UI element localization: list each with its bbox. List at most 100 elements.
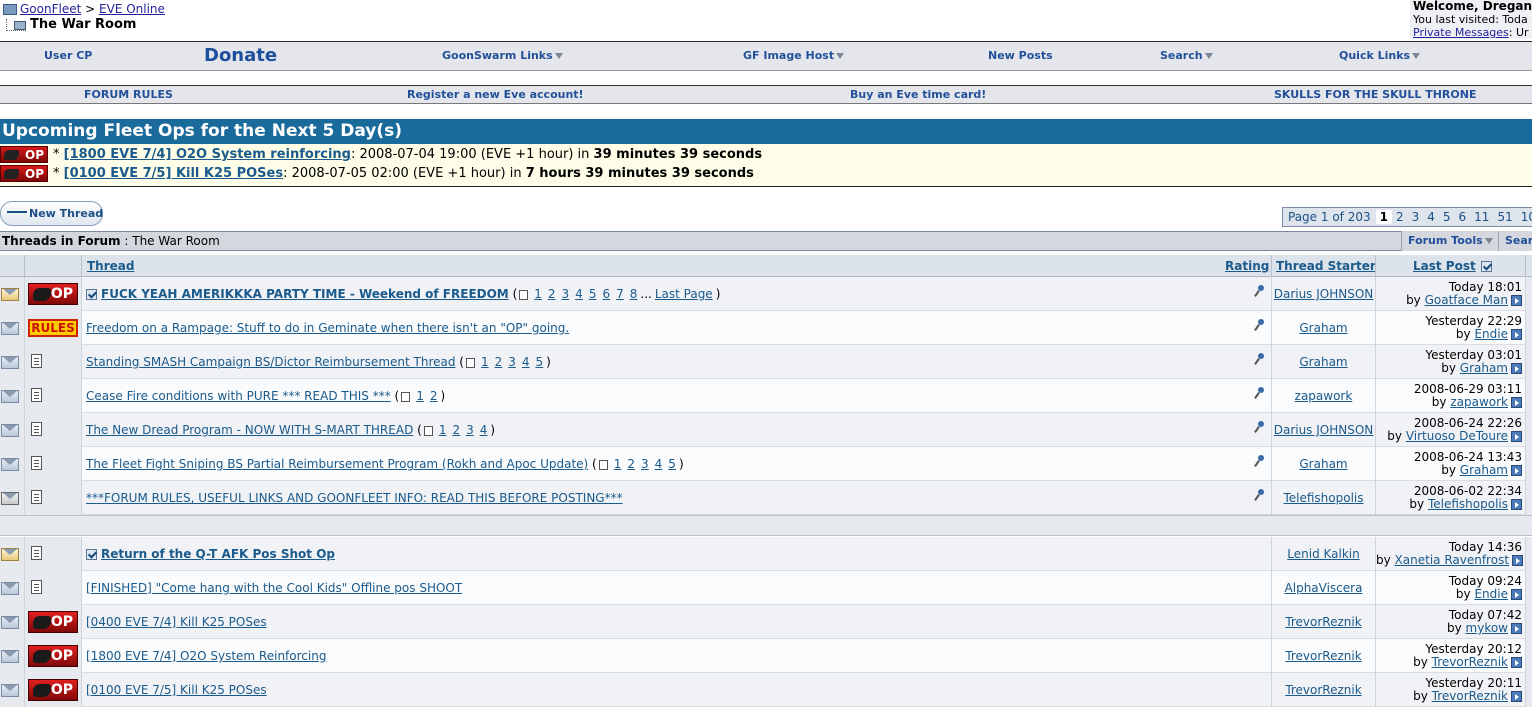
sort-by-starter[interactable]: Thread Starter <box>1276 255 1376 277</box>
thread-page-link[interactable]: 7 <box>616 287 624 301</box>
thread-starter-link[interactable]: Darius JOHNSON <box>1274 423 1374 437</box>
go-to-last-post-icon[interactable] <box>1511 657 1522 668</box>
thread-starter-link[interactable]: Graham <box>1299 457 1347 471</box>
thread-page-link[interactable]: 5 <box>668 457 676 471</box>
breadcrumb-root-link[interactable]: GoonFleet <box>20 2 81 16</box>
go-to-last-post-icon[interactable] <box>1511 499 1522 510</box>
thread-starter-link[interactable]: Darius JOHNSON <box>1274 287 1374 301</box>
sort-by-rating[interactable]: Rating <box>1225 255 1269 277</box>
thread-page-link[interactable]: 2 <box>430 389 438 403</box>
forum-rules-link[interactable]: FORUM RULES <box>84 86 173 104</box>
page-link[interactable]: 6 <box>1455 210 1471 224</box>
thread-title-link[interactable]: ***FORUM RULES, USEFUL LINKS AND GOONFLE… <box>86 491 623 505</box>
thread-page-link[interactable]: 5 <box>589 287 597 301</box>
thread-page-link[interactable]: 2 <box>495 355 503 369</box>
thread-page-link[interactable]: 1 <box>439 423 447 437</box>
thread-page-link[interactable]: 2 <box>548 287 556 301</box>
thread-page-link[interactable]: 3 <box>508 355 516 369</box>
page-link[interactable]: 10 <box>1517 210 1532 224</box>
search-forum-menu[interactable]: Searc <box>1498 231 1532 251</box>
thread-page-link[interactable]: 1 <box>534 287 542 301</box>
last-poster-link[interactable]: Telefishopolis <box>1428 497 1508 511</box>
thread-title-link[interactable]: FUCK YEAH AMERIKKKA PARTY TIME - Weekend… <box>101 287 509 301</box>
thread-title-link[interactable]: The New Dread Program - NOW WITH S-MART … <box>86 423 413 437</box>
thread-page-link[interactable]: 1 <box>481 355 489 369</box>
last-poster-link[interactable]: Virtuoso DeToure <box>1406 429 1508 443</box>
go-to-last-post-icon[interactable] <box>1511 363 1522 374</box>
go-to-last-post-icon[interactable] <box>1511 623 1522 634</box>
thread-page-link[interactable]: 1 <box>416 389 424 403</box>
sort-by-last-post[interactable]: Last Post <box>1413 255 1496 277</box>
thread-title-link[interactable]: Cease Fire conditions with PURE *** READ… <box>86 389 391 403</box>
last-poster-link[interactable]: Endie <box>1474 327 1508 341</box>
nav-user-cp[interactable]: User CP <box>44 42 92 70</box>
go-to-last-post-icon[interactable] <box>1511 329 1522 340</box>
go-to-last-post-icon[interactable] <box>1511 589 1522 600</box>
last-poster-link[interactable]: TrevorReznik <box>1432 655 1508 669</box>
register-account-link[interactable]: Register a new Eve account! <box>407 86 584 104</box>
thread-page-link[interactable]: 2 <box>452 423 460 437</box>
last-poster-link[interactable]: Goatface Man <box>1425 293 1508 307</box>
go-to-last-post-icon[interactable] <box>1511 295 1522 306</box>
nav-donate[interactable]: Donate <box>204 42 277 70</box>
go-to-last-post-icon[interactable] <box>1511 397 1522 408</box>
page-link[interactable]: 11 <box>1470 210 1493 224</box>
thread-starter-link[interactable]: TrevorReznik <box>1285 615 1361 629</box>
last-poster-link[interactable]: Graham <box>1460 361 1508 375</box>
thread-page-link[interactable]: 4 <box>480 423 488 437</box>
thread-starter-link[interactable]: AlphaViscera <box>1285 581 1363 595</box>
skulls-link[interactable]: SKULLS FOR THE SKULL THRONE <box>1274 86 1476 104</box>
thread-page-link[interactable]: 3 <box>562 287 570 301</box>
thread-page-link[interactable]: 4 <box>655 457 663 471</box>
thread-page-link[interactable]: 1 <box>614 457 622 471</box>
thread-starter-link[interactable]: TrevorReznik <box>1285 649 1361 663</box>
thread-title-link[interactable]: [1800 EVE 7/4] O2O System Reinforcing <box>86 649 326 663</box>
nav-goonswarm-links[interactable]: GoonSwarm Links <box>442 42 563 70</box>
thread-starter-link[interactable]: Lenid Kalkin <box>1287 547 1359 561</box>
thread-page-link[interactable]: 4 <box>522 355 530 369</box>
nav-image-host[interactable]: GF Image Host <box>743 42 845 70</box>
thread-title-link[interactable]: [FINISHED] "Come hang with the Cool Kids… <box>86 581 462 595</box>
fleet-op-link[interactable]: [0100 EVE 7/5] Kill K25 POSes <box>64 166 283 181</box>
thread-title-link[interactable]: Freedom on a Rampage: Stuff to do in Gem… <box>86 321 569 335</box>
nav-search[interactable]: Search <box>1160 42 1213 70</box>
page-link[interactable]: 51 <box>1493 210 1516 224</box>
thread-checkbox-icon[interactable] <box>86 549 97 560</box>
go-to-last-post-icon[interactable] <box>1511 431 1522 442</box>
forum-home-icon[interactable] <box>3 4 17 15</box>
new-thread-button[interactable]: New Thread <box>0 201 103 226</box>
thread-page-link[interactable]: 6 <box>602 287 610 301</box>
last-page-link[interactable]: Last Page <box>655 287 713 301</box>
thread-starter-link[interactable]: Telefishopolis <box>1283 491 1363 505</box>
thread-title-link[interactable]: [0400 EVE 7/4] Kill K25 POSes <box>86 615 267 629</box>
page-link[interactable]: 4 <box>1423 210 1439 224</box>
thread-title-link[interactable]: Standing SMASH Campaign BS/Dictor Reimbu… <box>86 355 455 369</box>
thread-page-link[interactable]: 3 <box>466 423 474 437</box>
thread-checkbox-icon[interactable] <box>86 289 97 300</box>
last-poster-link[interactable]: mykow <box>1466 621 1508 635</box>
thread-starter-link[interactable]: zapawork <box>1295 389 1353 403</box>
last-poster-link[interactable]: Endie <box>1474 587 1508 601</box>
nav-quick-links[interactable]: Quick Links <box>1339 42 1421 70</box>
nav-new-posts[interactable]: New Posts <box>988 42 1053 70</box>
go-to-last-post-icon[interactable] <box>1511 691 1522 702</box>
thread-starter-link[interactable]: Graham <box>1299 355 1347 369</box>
breadcrumb-section-link[interactable]: EVE Online <box>99 2 165 16</box>
thread-page-link[interactable]: 8 <box>630 287 638 301</box>
go-to-last-post-icon[interactable] <box>1512 555 1524 566</box>
private-messages-link[interactable]: Private Messages <box>1413 26 1509 39</box>
thread-title-link[interactable]: The Fleet Fight Sniping BS Partial Reimb… <box>86 457 588 471</box>
forum-tools-menu[interactable]: Forum Tools <box>1401 231 1499 251</box>
thread-page-link[interactable]: 4 <box>575 287 583 301</box>
thread-page-link[interactable]: 3 <box>641 457 649 471</box>
thread-page-link[interactable]: 2 <box>627 457 635 471</box>
page-link[interactable]: 3 <box>1408 210 1424 224</box>
last-poster-link[interactable]: Xanetia Ravenfrost <box>1395 553 1509 567</box>
thread-title-link[interactable]: Return of the Q-T AFK Pos Shot Op <box>101 547 335 561</box>
page-link[interactable]: 2 <box>1392 210 1408 224</box>
last-poster-link[interactable]: TrevorReznik <box>1432 689 1508 703</box>
sort-by-thread[interactable]: Thread <box>87 255 134 277</box>
thread-page-link[interactable]: 5 <box>536 355 544 369</box>
go-to-last-post-icon[interactable] <box>1511 465 1522 476</box>
page-link[interactable]: 5 <box>1439 210 1455 224</box>
